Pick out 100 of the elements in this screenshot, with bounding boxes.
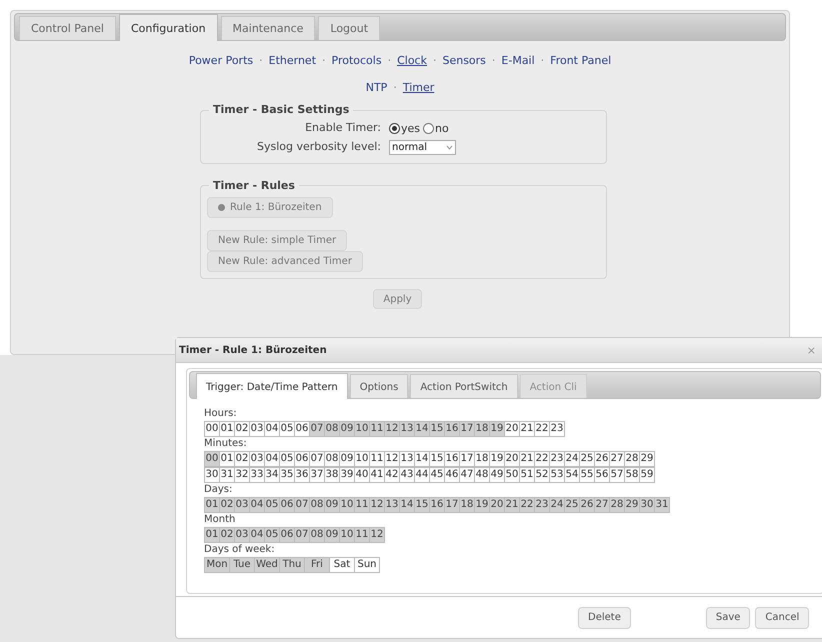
nav-link[interactable]: Power Ports	[188, 53, 254, 70]
toggle-cell[interactable]: Mon	[204, 557, 230, 573]
toggle-cell[interactable]: 30	[639, 497, 655, 513]
toggle-cell[interactable]: 01	[219, 421, 235, 437]
toggle-cell[interactable]: 23	[549, 451, 565, 467]
toggle-cell[interactable]: 22	[534, 421, 550, 437]
toggle-cell[interactable]: 10	[354, 421, 370, 437]
toggle-cell[interactable]: 53	[549, 467, 565, 483]
toggle-cell[interactable]: Sat	[329, 557, 355, 573]
toggle-cell[interactable]: 24	[564, 451, 580, 467]
toggle-cell[interactable]: Thu	[279, 557, 305, 573]
dropdown[interactable]: normal	[389, 140, 456, 154]
toggle-cell[interactable]: 13	[399, 451, 415, 467]
tab[interactable]: Configuration	[118, 14, 218, 41]
toggle-cell[interactable]: 25	[564, 497, 580, 513]
toggle-cell[interactable]: 41	[369, 467, 385, 483]
toggle-cell[interactable]: 26	[579, 497, 595, 513]
toggle-cell[interactable]: 21	[504, 497, 520, 513]
toggle-cell[interactable]: 30	[204, 467, 220, 483]
toggle-cell[interactable]: 09	[339, 421, 355, 437]
nav-link[interactable]: Sensors	[442, 53, 486, 70]
toggle-cell[interactable]: 57	[609, 467, 625, 483]
toggle-cell[interactable]: 19	[489, 451, 505, 467]
toggle-cell[interactable]: 28	[609, 497, 625, 513]
toggle-cell[interactable]: 12	[384, 421, 400, 437]
toggle-cell[interactable]: 22	[534, 451, 550, 467]
toggle-cell[interactable]: 03	[249, 451, 265, 467]
toggle-cell[interactable]: 06	[279, 497, 295, 513]
toggle-cell[interactable]: 32	[234, 467, 250, 483]
toggle-cell[interactable]: 52	[534, 467, 550, 483]
toggle-cell[interactable]: 10	[339, 497, 355, 513]
toggle-cell[interactable]: 05	[264, 527, 280, 543]
toggle-cell[interactable]: 06	[294, 421, 310, 437]
toggle-cell[interactable]: 07	[309, 451, 325, 467]
toggle-cell[interactable]: 37	[309, 467, 325, 483]
toggle-cell[interactable]: 18	[474, 421, 490, 437]
toggle-cell[interactable]: 11	[354, 527, 370, 543]
toggle-cell[interactable]: 08	[309, 497, 325, 513]
toggle-cell[interactable]: 01	[204, 527, 220, 543]
toggle-cell[interactable]: 29	[624, 497, 640, 513]
toggle-cell[interactable]: 18	[474, 451, 490, 467]
toggle-cell[interactable]: 01	[204, 497, 220, 513]
toggle-cell[interactable]: 12	[369, 497, 385, 513]
tab[interactable]: Action PortSwitch	[410, 374, 518, 398]
toggle-cell[interactable]: 35	[279, 467, 295, 483]
toggle-cell[interactable]: 20	[504, 421, 520, 437]
nav-link[interactable]: NTP	[366, 80, 388, 96]
toggle-cell[interactable]: 51	[519, 467, 535, 483]
toggle-cell[interactable]: Sun	[354, 557, 380, 573]
toggle-cell[interactable]: Wed	[254, 557, 280, 573]
toggle-cell[interactable]: 22	[519, 497, 535, 513]
tab[interactable]: Maintenance	[220, 16, 316, 40]
toggle-cell[interactable]: 34	[264, 467, 280, 483]
radio-button[interactable]	[389, 122, 400, 134]
toggle-cell[interactable]: 08	[324, 421, 340, 437]
toggle-cell[interactable]: 25	[579, 451, 595, 467]
toggle-cell[interactable]: 50	[504, 467, 520, 483]
toggle-cell[interactable]: 07	[294, 497, 310, 513]
toggle-cell[interactable]: 21	[519, 451, 535, 467]
toggle-cell[interactable]: 27	[609, 451, 625, 467]
toggle-cell[interactable]: 26	[594, 451, 610, 467]
toggle-cell[interactable]: 04	[249, 527, 265, 543]
toggle-cell[interactable]: 24	[549, 497, 565, 513]
toggle-cell[interactable]: 31	[219, 467, 235, 483]
toggle-cell[interactable]: 03	[234, 527, 250, 543]
nav-link[interactable]: Clock	[397, 53, 427, 70]
toggle-cell[interactable]: 45	[429, 467, 445, 483]
toggle-cell[interactable]: 07	[294, 527, 310, 543]
tab[interactable]: Control Panel	[19, 16, 116, 40]
toggle-cell[interactable]: 19	[489, 421, 505, 437]
toggle-cell[interactable]: 23	[534, 497, 550, 513]
toggle-cell[interactable]: 11	[354, 497, 370, 513]
toggle-cell[interactable]: 16	[444, 421, 460, 437]
toggle-cell[interactable]: 42	[384, 467, 400, 483]
toggle-cell[interactable]: 00	[204, 451, 220, 467]
toggle-cell[interactable]: 31	[654, 497, 670, 513]
toggle-cell[interactable]: Tue	[229, 557, 255, 573]
toggle-cell[interactable]: 40	[354, 467, 370, 483]
toggle-cell[interactable]: 39	[339, 467, 355, 483]
toggle-cell[interactable]: 09	[324, 527, 340, 543]
toggle-cell[interactable]: 49	[489, 467, 505, 483]
toggle-cell[interactable]: 44	[414, 467, 430, 483]
toggle-cell[interactable]: 12	[384, 451, 400, 467]
toggle-cell[interactable]: 17	[459, 421, 475, 437]
toggle-cell[interactable]: 38	[324, 467, 340, 483]
toggle-cell[interactable]: 10	[339, 527, 355, 543]
toggle-cell[interactable]: 36	[294, 467, 310, 483]
toggle-cell[interactable]: 29	[639, 451, 655, 467]
toggle-cell[interactable]: 15	[429, 421, 445, 437]
toggle-cell[interactable]: 19	[474, 497, 490, 513]
nav-link[interactable]: Ethernet	[268, 53, 316, 70]
toggle-cell[interactable]: 11	[369, 451, 385, 467]
toggle-cell[interactable]: 13	[384, 497, 400, 513]
toggle-cell[interactable]: 05	[279, 421, 295, 437]
dialog-button[interactable]: Cancel	[755, 606, 810, 628]
toggle-cell[interactable]: 59	[639, 467, 655, 483]
toggle-cell[interactable]: 03	[234, 497, 250, 513]
toggle-cell[interactable]: 55	[579, 467, 595, 483]
toggle-cell[interactable]: 03	[249, 421, 265, 437]
toggle-cell[interactable]: 33	[249, 467, 265, 483]
